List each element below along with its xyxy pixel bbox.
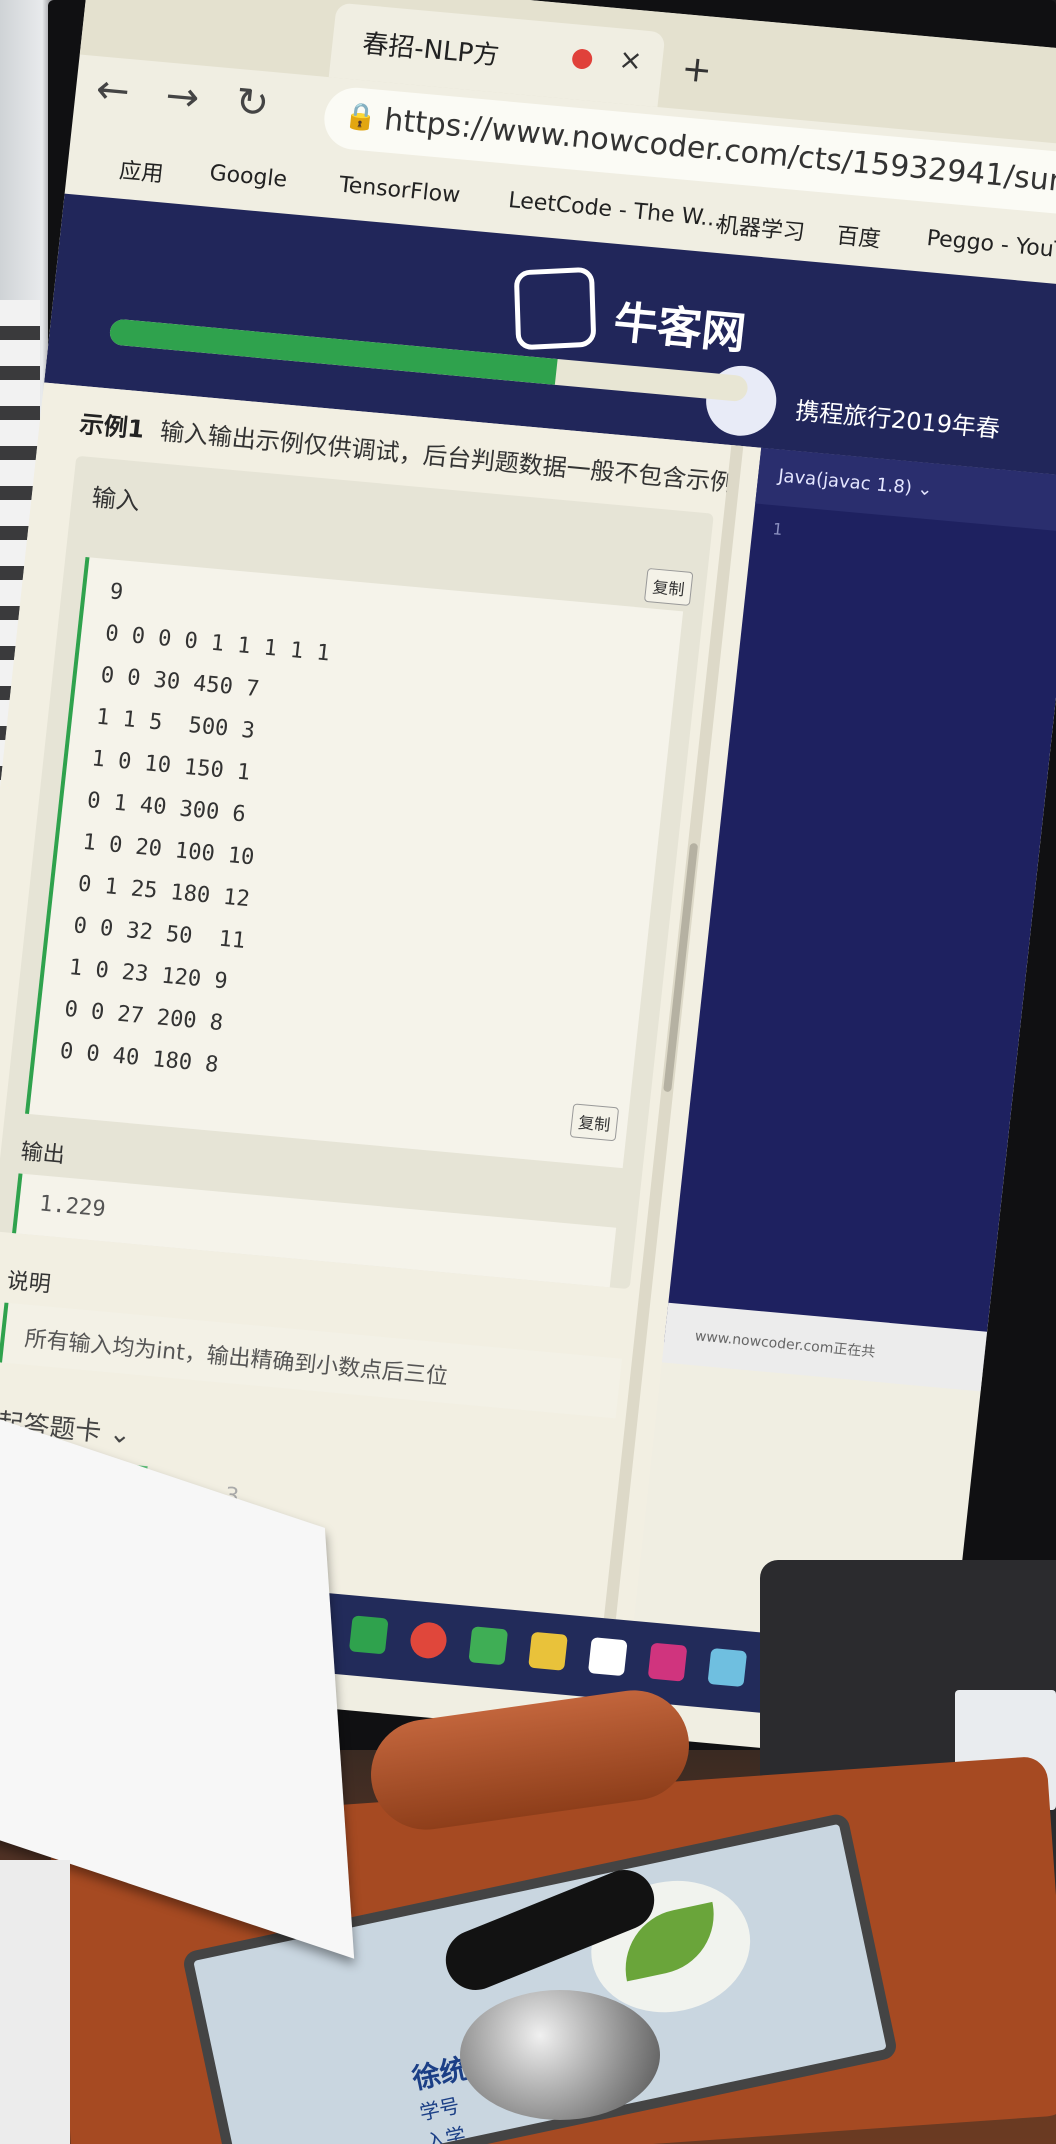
note-text: 所有输入均为int，输出精确到小数点后三位 [23,1326,450,1390]
bookmark-google[interactable]: Google [176,158,288,193]
taskbar-app-icon[interactable] [707,1648,748,1688]
usb-key-icon [436,1860,664,2000]
input-line: 0 0 27 200 8 [63,996,225,1037]
note-box: 所有输入均为int，输出精确到小数点后三位 [0,1302,623,1419]
input-code-box: 9 0 0 0 0 1 1 1 1 1 0 0 30 450 7 1 1 5 5… [25,556,684,1169]
output-value: 1.229 [38,1191,107,1223]
progress-fill [108,318,558,385]
reload-icon[interactable]: ↻ [233,79,271,128]
leetcode-icon [475,187,499,211]
taskbar-app-icon[interactable] [468,1626,509,1666]
input-line: 0 1 25 180 12 [76,871,251,913]
input-line: 1 0 10 150 1 [90,746,252,786]
paper-stack [0,1860,70,2144]
input-line: 0 0 0 0 1 1 1 1 1 [103,621,331,667]
new-tab-button[interactable]: + [680,48,714,91]
input-label: 输入 [90,483,142,516]
taskbar-app-icon[interactable] [348,1615,389,1655]
tensorflow-icon [306,172,330,196]
key-chain [400,1860,700,2120]
input-line: 0 1 40 300 6 [85,788,247,828]
input-line: 0 0 30 450 7 [99,662,261,703]
input-line: 0 0 32 50 11 [72,913,247,954]
copy-input-button[interactable]: 复制 [643,567,694,606]
back-icon[interactable]: ← [94,66,132,115]
input-line: 1 1 5 500 3 [94,704,256,744]
apps-grid-icon [86,158,110,182]
input-line: 9 [108,579,125,606]
line-number: 1 [771,519,784,539]
copy-input-button-bottom[interactable]: 复制 [569,1103,620,1142]
forward-icon[interactable]: → [163,73,201,122]
bookmark-peggo[interactable]: Peggo - YouTu [894,223,1056,265]
output-box: 1.229 [12,1173,617,1288]
notice-text: www.nowcoder.com正在共 [694,1328,877,1361]
screen-share-notice: www.nowcoder.com正在共 [661,1302,988,1392]
language-select[interactable]: Java(javac 1.8) ⌄ [777,465,933,500]
note-label: 说明 [5,1268,53,1298]
example-label: 示例1 [78,409,146,444]
metal-keychain-icon [460,1990,660,2120]
ml-icon [684,212,708,236]
google-icon [177,160,201,184]
bookmark-apps[interactable]: 应用 [86,150,165,189]
bookmark-ml[interactable]: 机器学习 [684,204,807,247]
close-icon[interactable]: × [617,42,644,77]
bookmark-tensorflow[interactable]: TensorFlow [306,170,462,209]
site-name: 牛客网 [611,297,749,360]
lock-icon: 🔒 [343,100,379,134]
problem-panel: 示例1 输入输出示例仅供调试，后台判题数据一般不包含示例 输入 复制 9 0 0 … [0,382,762,1621]
tab-title: 春招-NLP方 [360,29,501,72]
nowcoder-logo-icon [513,266,597,351]
output-label: 输出 [19,1139,67,1169]
input-line: 0 0 40 180 8 [58,1038,220,1078]
exam-title: 携程旅行2019年春 [793,396,1002,444]
taskbar-app-icon[interactable] [528,1631,568,1671]
chrome-icon[interactable] [408,1620,449,1660]
bookmark-baidu[interactable]: 百度 [803,215,882,254]
recording-icon [571,48,594,70]
taskbar-app-icon[interactable] [587,1637,628,1677]
input-line: 1 0 23 120 9 [67,955,229,995]
baidu-paw-icon [803,223,827,247]
taskbar-app-icon[interactable] [647,1642,688,1682]
peggo-icon [894,225,918,249]
io-panel: 输入 复制 9 0 0 0 0 1 1 1 1 1 0 0 30 450 7 1… [0,455,714,1290]
input-line: 1 0 20 100 10 [81,829,256,871]
